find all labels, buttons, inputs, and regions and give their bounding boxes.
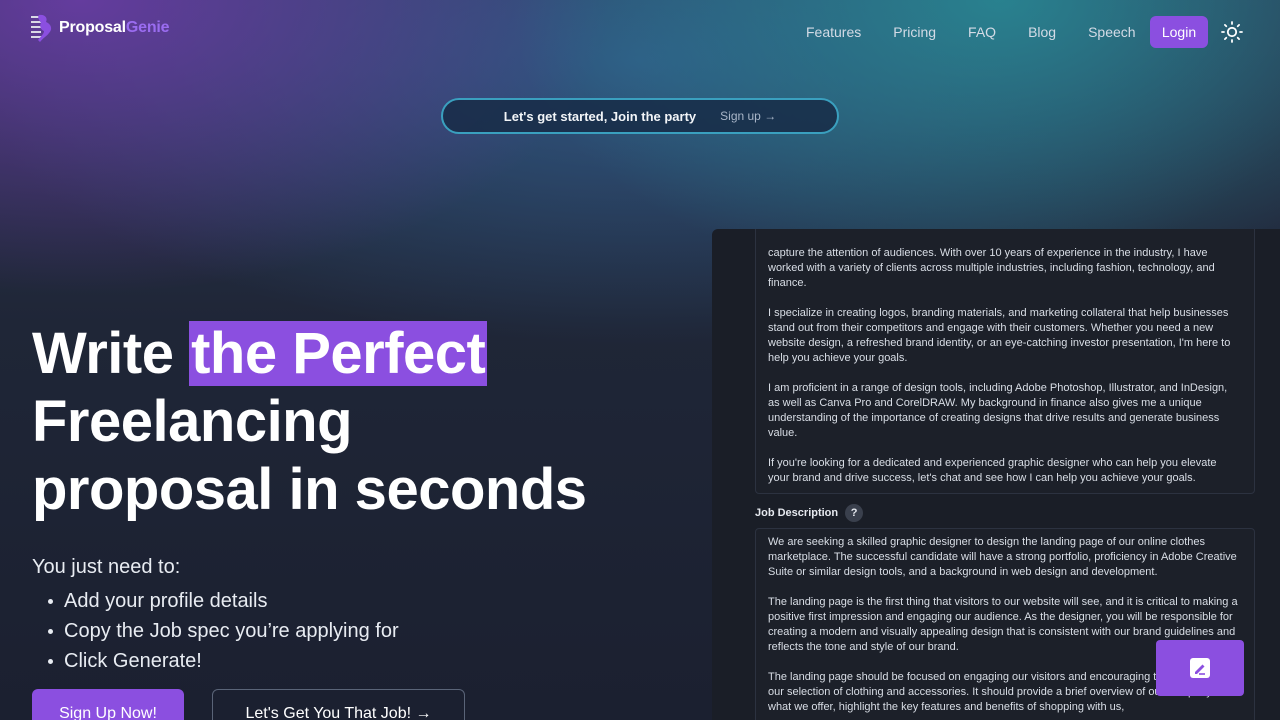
job-description-label-text: Job Description — [755, 507, 839, 519]
sun-icon[interactable] — [1220, 20, 1244, 44]
step-text: Add your profile details — [64, 590, 268, 612]
announcement-signup-link[interactable]: Sign up → — [720, 109, 776, 123]
hero-title-part1: Write — [32, 321, 190, 386]
list-item: Add your profile details — [48, 586, 399, 616]
steps-list: Add your profile details Copy the Job sp… — [48, 586, 399, 676]
get-job-label: Let's Get You That Job! → — [245, 705, 432, 720]
bullet-icon — [48, 628, 53, 634]
login-button[interactable]: Login — [1150, 16, 1208, 48]
top-navigation: ProposalGenie Features Pricing FAQ Blog … — [0, 0, 1280, 64]
step-text: Copy the Job spec you’re applying for — [64, 620, 399, 642]
nav-links: Features Pricing FAQ Blog Speech — [790, 16, 1152, 48]
bullet-icon — [48, 598, 53, 604]
nav-link-pricing[interactable]: Pricing — [893, 24, 936, 40]
hero-title-line3: proposal in seconds — [32, 457, 587, 522]
hero-title-line2: Freelancing — [32, 389, 353, 454]
step-text: Click Generate! — [64, 650, 202, 672]
profile-paragraph: capture the attention of audiences. With… — [768, 247, 1215, 289]
profile-paragraph: If you're looking for a dedicated and ex… — [768, 457, 1217, 484]
brand-name: ProposalGenie — [59, 19, 170, 37]
nav-link-speech[interactable]: Speech — [1088, 24, 1135, 40]
sign-up-now-label: Sign Up Now! — [59, 705, 157, 720]
announcement-banner: Let's get started, Join the party Sign u… — [441, 98, 839, 134]
list-item: Click Generate! — [48, 646, 399, 676]
profile-textarea[interactable]: capture the attention of audiences. With… — [755, 229, 1255, 494]
feedback-icon — [1190, 658, 1210, 678]
nav-link-features[interactable]: Features — [806, 24, 861, 40]
job-description-label: Job Description ? — [755, 504, 864, 522]
genie-logo-icon — [31, 12, 55, 44]
brand-logo[interactable]: ProposalGenie — [31, 12, 170, 44]
announcement-text: Let's get started, Join the party — [503, 108, 697, 124]
profile-paragraph: I specialize in creating logos, branding… — [768, 307, 1231, 364]
feedback-button[interactable] — [1156, 640, 1244, 696]
hero-title: Write the Perfect Freelancing proposal i… — [32, 320, 652, 524]
nav-link-faq[interactable]: FAQ — [968, 24, 996, 40]
sign-up-now-button[interactable]: Sign Up Now! — [32, 689, 184, 720]
get-job-button[interactable]: Let's Get You That Job! → — [212, 689, 465, 720]
brand-name-part1: Proposal — [59, 19, 126, 36]
question-icon[interactable]: ? — [845, 504, 864, 522]
bullet-icon — [48, 658, 53, 664]
brand-name-part2: Genie — [125, 19, 170, 36]
list-item: Copy the Job spec you’re applying for — [48, 616, 399, 646]
job-paragraph: We are seeking a skilled graphic designe… — [768, 536, 1237, 578]
hero-subtitle: You just need to: — [32, 556, 181, 578]
profile-paragraph: I am proficient in a range of design too… — [768, 382, 1228, 439]
nav-link-blog[interactable]: Blog — [1028, 24, 1056, 40]
hero-title-highlight: the Perfect — [189, 321, 488, 386]
